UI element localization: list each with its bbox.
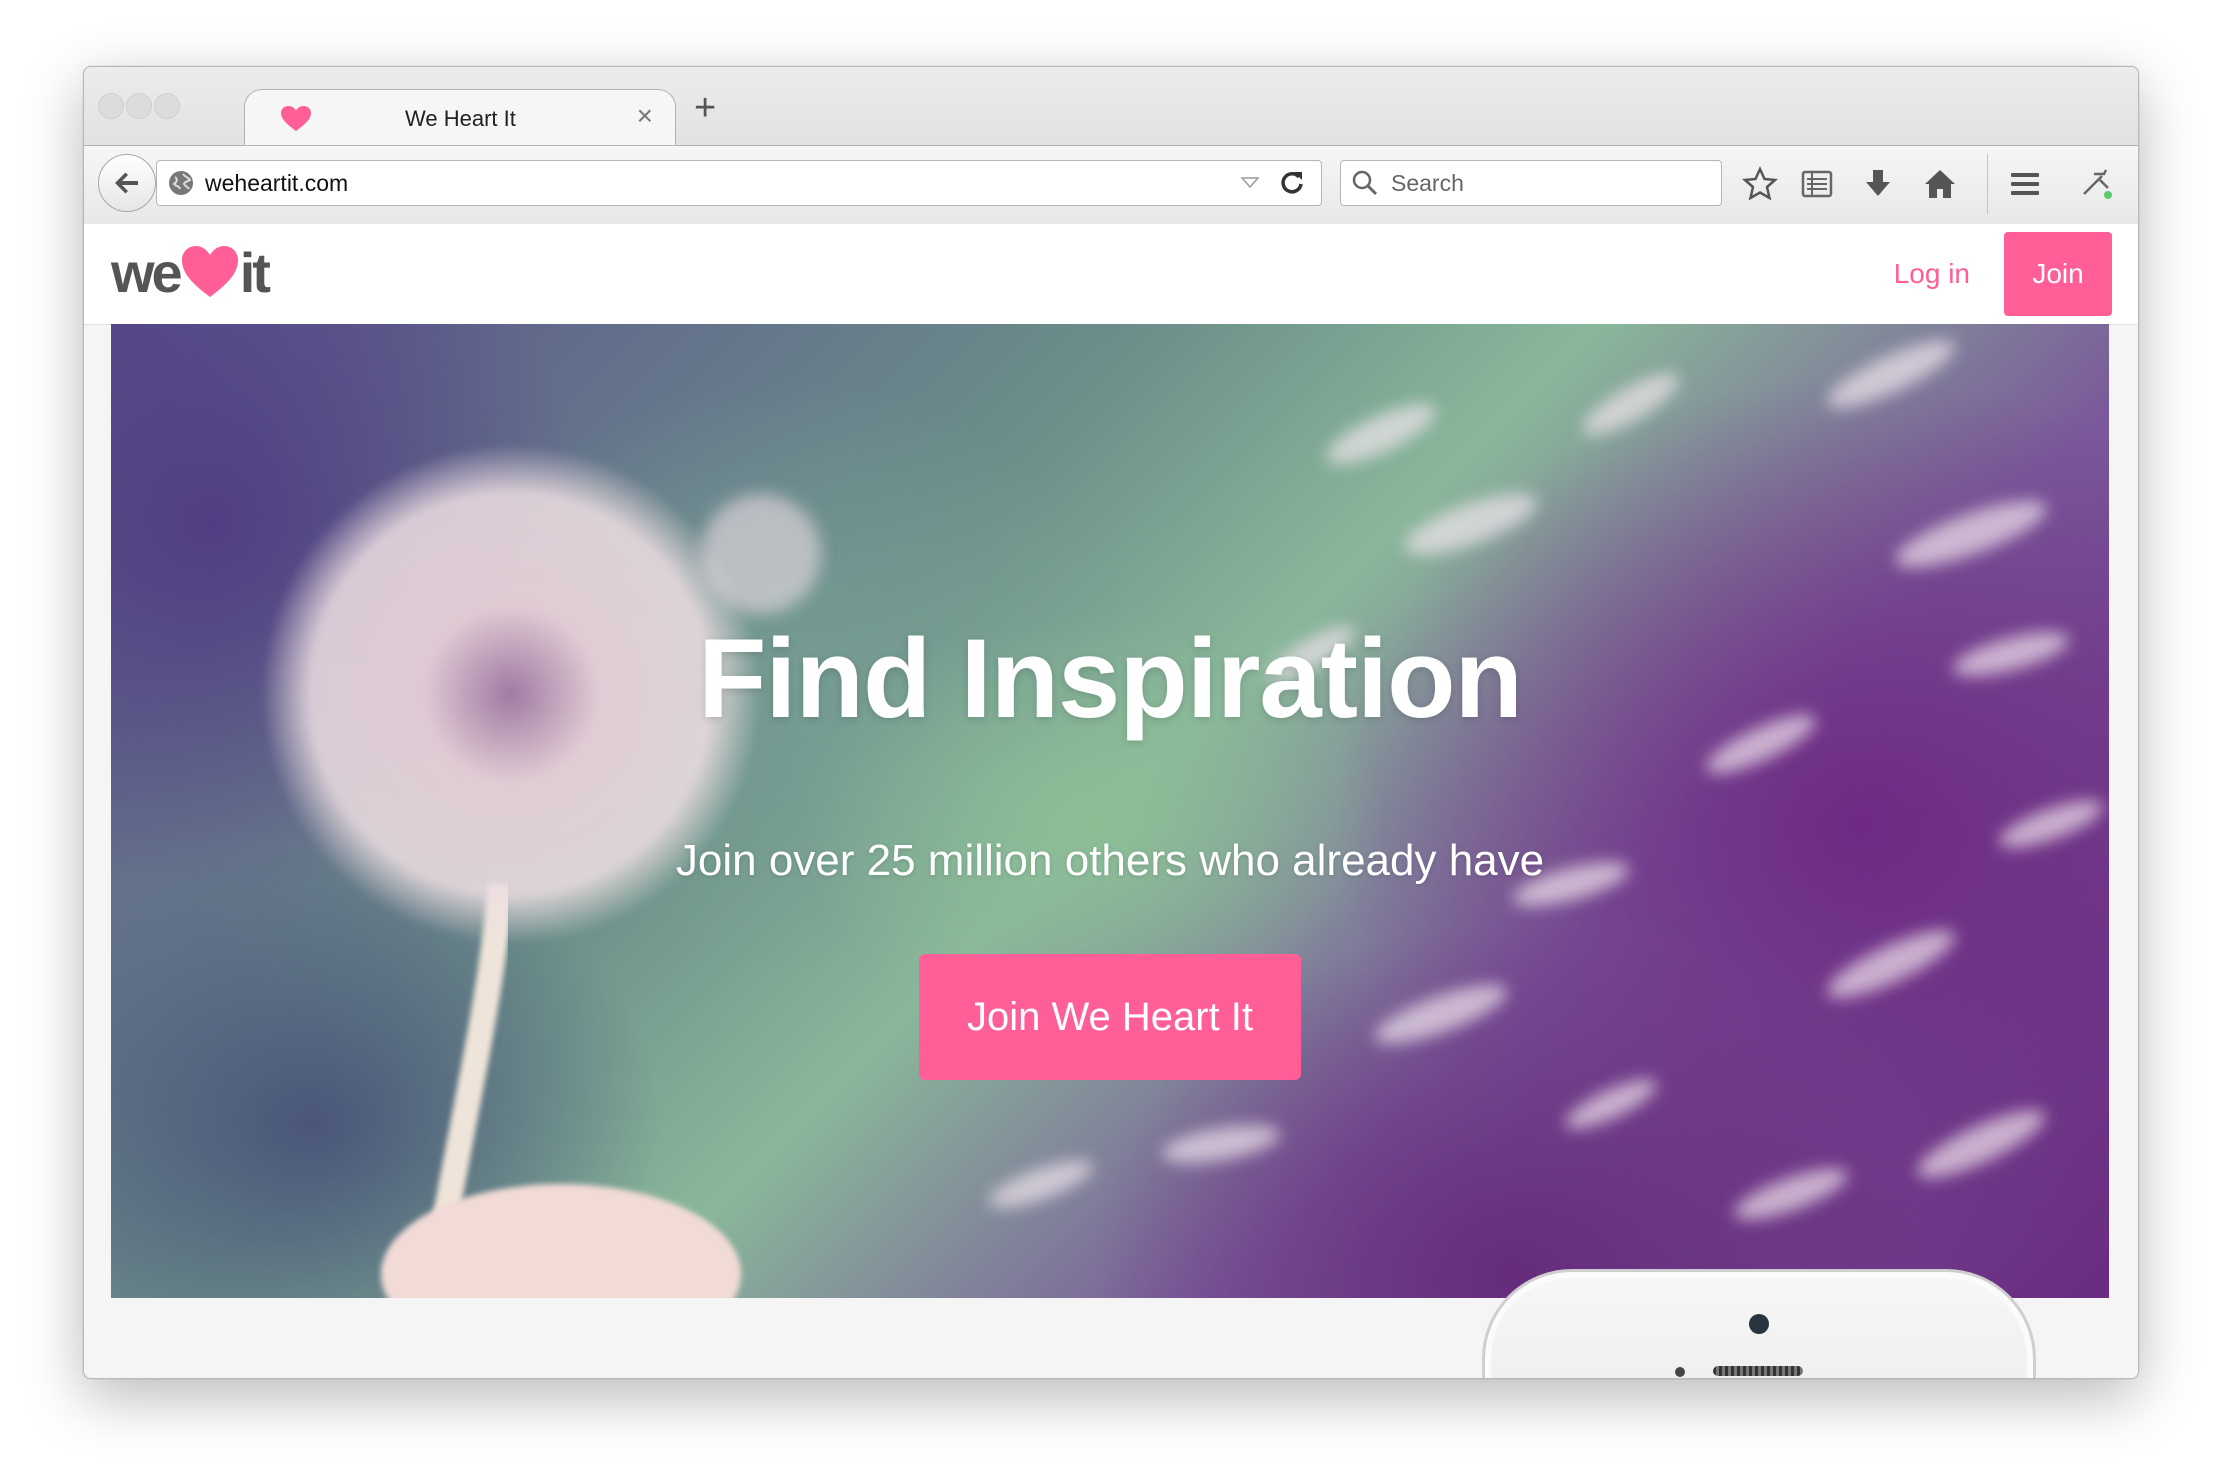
new-tab-button[interactable]: + xyxy=(694,89,716,127)
chevron-down-icon[interactable] xyxy=(1239,171,1261,193)
search-icon xyxy=(1352,170,1378,196)
phone-speaker-icon xyxy=(1713,1366,1803,1376)
phone-illustration xyxy=(1482,1269,2036,1378)
weheartit-logo[interactable]: we it xyxy=(111,240,271,304)
toolbar-separator xyxy=(1987,154,1988,214)
dandelion-background-image xyxy=(261,340,2103,1298)
logo-text-we: we xyxy=(111,240,183,304)
phone-camera-icon xyxy=(1749,1314,1769,1334)
tab-strip: We Heart It × + xyxy=(84,67,2138,146)
login-link[interactable]: Log in xyxy=(1894,258,1970,290)
site-header: we it Log in Join xyxy=(84,224,2138,325)
phone-sensor-icon xyxy=(1675,1367,1685,1377)
back-arrow-icon xyxy=(115,172,138,194)
tab-we-heart-it[interactable]: We Heart It × xyxy=(244,89,676,146)
address-bar[interactable]: weheartit.com xyxy=(156,160,1322,206)
tab-close-icon[interactable]: × xyxy=(637,100,653,132)
hero-subtitle: Join over 25 million others who already … xyxy=(675,836,1545,885)
reading-list-icon[interactable] xyxy=(1799,166,1835,202)
navigation-toolbar: weheartit.com Search xyxy=(84,145,2138,225)
globe-icon xyxy=(169,171,193,195)
hero-title: Find Inspiration xyxy=(698,616,1523,741)
logo-heart-icon xyxy=(181,246,238,297)
close-window-button[interactable] xyxy=(98,93,124,119)
join-button[interactable]: Join xyxy=(2004,232,2112,316)
tab-title: We Heart It xyxy=(405,106,516,131)
download-icon[interactable] xyxy=(1860,166,1896,202)
heart-icon xyxy=(281,106,311,131)
join-we-heart-it-button[interactable]: Join We Heart It xyxy=(919,954,1301,1080)
developer-icon[interactable] xyxy=(2078,166,2114,202)
hero-banner: Find Inspiration Join over 25 million ot… xyxy=(111,324,2109,1298)
url-text: weheartit.com xyxy=(205,170,349,196)
zoom-window-button[interactable] xyxy=(154,93,180,119)
search-bar[interactable]: Search xyxy=(1340,160,1722,206)
browser-window: We Heart It × + weheartit.com Search we … xyxy=(83,66,2139,1379)
bookmark-star-icon[interactable] xyxy=(1742,166,1778,202)
search-placeholder: Search xyxy=(1391,170,1464,196)
home-icon[interactable] xyxy=(1922,166,1958,202)
back-button[interactable] xyxy=(98,154,156,212)
menu-icon[interactable] xyxy=(2007,166,2043,202)
reload-icon[interactable] xyxy=(1277,168,1307,198)
logo-text-it: it xyxy=(239,240,271,304)
minimize-window-button[interactable] xyxy=(126,93,152,119)
page-content: we it Log in Join Find Inspiration Join … xyxy=(84,224,2138,1378)
